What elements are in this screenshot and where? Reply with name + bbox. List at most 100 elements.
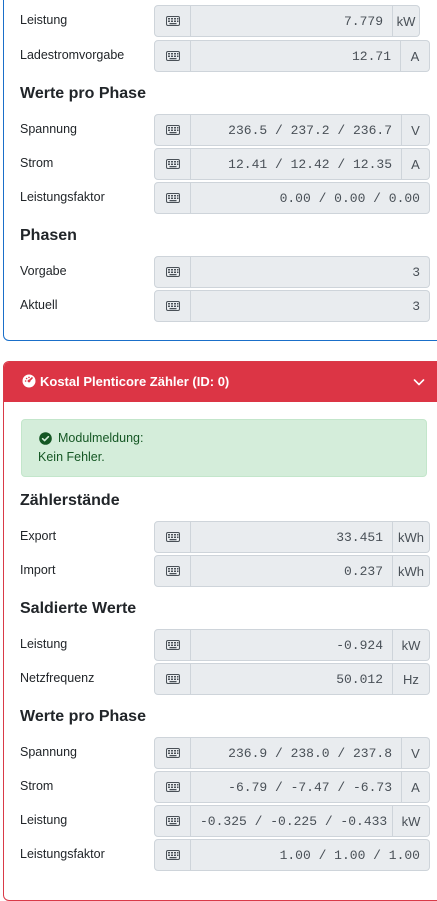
unit-label: V	[402, 114, 430, 146]
row-label: Ladestromvorgabe	[20, 48, 125, 62]
row-strom: Strom 12.41 / 12.42 / 12.35 A	[0, 148, 437, 180]
row-label: Strom	[20, 779, 54, 793]
row-leistung-saldiert: Leistung -0.924 kW	[0, 629, 437, 661]
unit-label: kWh	[393, 521, 430, 553]
check-circle-icon	[39, 432, 52, 445]
keyboard-icon	[165, 816, 180, 826]
unit-label: A	[401, 40, 430, 72]
row-export: Export 33.451 kWh	[0, 521, 437, 553]
value-field: 236.5 / 237.2 / 236.7	[191, 114, 402, 146]
row-netzfrequenz: Netzfrequenz 50.012 Hz	[0, 663, 437, 695]
keyboard-button[interactable]	[154, 629, 191, 661]
value-field: 1.00 / 1.00 / 1.00	[191, 839, 430, 871]
row-leistung: Leistung 7.779 kW	[0, 5, 437, 37]
row-ladestromvorgabe: Ladestromvorgabe 12.71 A	[0, 40, 437, 72]
row-label: Leistungsfaktor	[20, 847, 105, 861]
keyboard-button[interactable]	[154, 40, 191, 72]
unit-label: A	[402, 148, 430, 180]
input-group: 1.00 / 1.00 / 1.00	[154, 839, 430, 871]
keyboard-icon	[165, 640, 180, 650]
keyboard-button[interactable]	[154, 5, 191, 37]
keyboard-button[interactable]	[154, 521, 191, 553]
row-label: Vorgabe	[20, 264, 67, 278]
row-strom-2: Strom -6.79 / -7.47 / -6.73 A	[0, 771, 437, 803]
value-field: 50.012	[191, 663, 393, 695]
unit-label: kWh	[393, 555, 430, 587]
row-label: Spannung	[20, 122, 78, 136]
input-group: -0.924 kW	[154, 629, 430, 661]
input-group: 50.012 Hz	[154, 663, 430, 695]
keyboard-icon	[165, 159, 180, 169]
row-aktuell: Aktuell 3	[0, 290, 437, 322]
keyboard-button[interactable]	[154, 182, 191, 214]
card-title: Kostal Plenticore Zähler (ID: 0)	[40, 374, 230, 389]
keyboard-icon	[165, 850, 180, 860]
row-label: Leistung	[20, 13, 68, 27]
keyboard-button[interactable]	[154, 663, 191, 695]
value-field: 12.41 / 12.42 / 12.35	[191, 148, 402, 180]
module-status-alert: Modulmeldung: Kein Fehler.	[21, 419, 427, 477]
keyboard-button[interactable]	[154, 737, 191, 769]
row-leistungsfaktor: Leistungsfaktor 0.00 / 0.00 / 0.00	[0, 182, 437, 214]
keyboard-button[interactable]	[154, 290, 191, 322]
keyboard-icon	[165, 532, 180, 542]
value-field: 3	[191, 256, 430, 288]
row-label: Leistungsfaktor	[20, 190, 105, 204]
alert-title: Modulmeldung:	[58, 431, 144, 445]
value-field: 33.451	[191, 521, 393, 553]
dashboard-icon	[22, 374, 36, 388]
row-spannung: Spannung 236.5 / 237.2 / 236.7 V	[0, 114, 437, 146]
input-group: 3	[154, 290, 430, 322]
unit-label: A	[402, 771, 430, 803]
row-label: Netzfrequenz	[20, 671, 95, 685]
input-group: 3	[154, 256, 430, 288]
unit-label: V	[402, 737, 430, 769]
card-header[interactable]: Kostal Plenticore Zähler (ID: 0)	[4, 362, 437, 402]
value-field: -0.325 / -0.225 / -0.433	[191, 805, 393, 837]
section-heading-phase: Werte pro Phase	[20, 85, 146, 102]
input-group: -6.79 / -7.47 / -6.73 A	[154, 771, 430, 803]
keyboard-icon	[165, 51, 180, 61]
unit-label: kW	[393, 5, 420, 37]
row-label: Strom	[20, 156, 54, 170]
section-heading-saldiert: Saldierte Werte	[20, 600, 137, 617]
row-label: Aktuell	[20, 298, 58, 312]
chevron-down-icon[interactable]	[412, 375, 426, 389]
keyboard-button[interactable]	[154, 839, 191, 871]
keyboard-icon	[165, 267, 180, 277]
keyboard-button[interactable]	[154, 805, 191, 837]
keyboard-icon	[165, 674, 180, 684]
keyboard-button[interactable]	[154, 771, 191, 803]
keyboard-icon	[165, 782, 180, 792]
keyboard-icon	[165, 748, 180, 758]
keyboard-icon	[165, 16, 180, 26]
keyboard-button[interactable]	[154, 114, 191, 146]
row-label: Leistung	[20, 813, 68, 827]
value-field: 7.779	[191, 5, 393, 37]
input-group: 12.71 A	[154, 40, 430, 72]
keyboard-button[interactable]	[154, 148, 191, 180]
keyboard-button[interactable]	[154, 256, 191, 288]
row-label: Export	[20, 529, 57, 543]
row-label: Spannung	[20, 745, 78, 759]
unit-label: kW	[393, 629, 430, 661]
input-group: 12.41 / 12.42 / 12.35 A	[154, 148, 430, 180]
value-field: 12.71	[191, 40, 401, 72]
keyboard-button[interactable]	[154, 555, 191, 587]
value-field: 0.00 / 0.00 / 0.00	[191, 182, 430, 214]
value-field: -6.79 / -7.47 / -6.73	[191, 771, 402, 803]
input-group: -0.325 / -0.225 / -0.433 kW	[154, 805, 430, 837]
section-heading-phasen: Phasen	[20, 227, 77, 244]
row-leistung-phase: Leistung -0.325 / -0.225 / -0.433 kW	[0, 805, 437, 837]
row-import: Import 0.237 kWh	[0, 555, 437, 587]
row-leistungsfaktor-2: Leistungsfaktor 1.00 / 1.00 / 1.00	[0, 839, 437, 871]
alert-message: Kein Fehler.	[38, 450, 105, 464]
unit-label: Hz	[393, 663, 430, 695]
value-field: 0.237	[191, 555, 393, 587]
section-heading-counters: Zählerstände	[20, 492, 120, 509]
keyboard-icon	[165, 301, 180, 311]
section-heading-phase-2: Werte pro Phase	[20, 708, 146, 725]
row-label: Leistung	[20, 637, 68, 651]
input-group: 236.5 / 237.2 / 236.7 V	[154, 114, 430, 146]
value-field: 3	[191, 290, 430, 322]
